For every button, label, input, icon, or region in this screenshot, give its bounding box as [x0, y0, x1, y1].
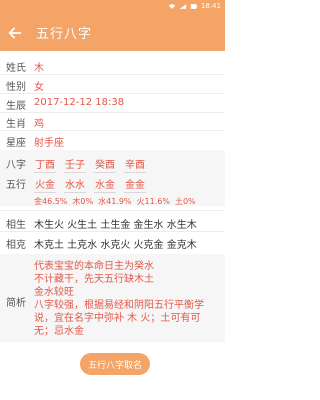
percent-earth: 土0%	[174, 197, 196, 206]
wuxing-cell: 火金	[34, 176, 56, 193]
ke-label: 相克	[6, 240, 26, 251]
bazi-cell: 辛酉	[124, 156, 146, 173]
bazi-label: 八字	[6, 160, 26, 171]
wuxing-cell: 水金	[94, 176, 116, 193]
bazi-cell: 丁酉	[34, 156, 56, 173]
bazi-cell: 癸酉	[94, 156, 116, 173]
analysis-line: 不计藏干，先天五行缺木土	[34, 274, 154, 285]
percent-fire: 火11.6%	[136, 197, 170, 206]
surname-value: 木	[34, 63, 44, 74]
bazi-cell: 壬子	[64, 156, 86, 173]
status-bar: 18:41	[0, 0, 225, 14]
page-title: 五行八字	[36, 27, 93, 42]
percent-water: 水41.9%	[98, 197, 132, 206]
divider	[0, 93, 225, 94]
surname-label: 姓氏	[6, 63, 26, 74]
divider	[0, 130, 225, 131]
analysis-text: 代表宝宝的本命日主为癸水 不计藏干，先天五行缺木土 金水较旺 八字较强，根据易经…	[34, 260, 218, 338]
birth-value: 2017-12-12 18:38	[34, 97, 125, 108]
battery-icon	[190, 3, 198, 9]
sign-value: 射手座	[34, 138, 64, 149]
divider	[0, 112, 225, 113]
wuxing-cell: 金金	[124, 176, 146, 193]
sign-label: 星座	[6, 138, 26, 149]
wifi-icon	[168, 3, 176, 9]
analysis-line: 金水较旺	[34, 287, 74, 298]
wuxing-cell: 水水	[64, 176, 86, 193]
analysis-line: 八字较强，根据易经和阴阳五行平衡学说，宜在名字中弥补 木 火；土可有可无；忌水金	[34, 300, 204, 337]
divider	[0, 231, 225, 232]
wuxing-naming-button[interactable]: 五行八字取名	[80, 353, 150, 375]
wuxing-cells: 火金 水水 水金 金金	[34, 176, 146, 193]
sheng-value: 木生火 火生土 土生金 金生水 水生木	[34, 220, 197, 231]
status-time: 18:41	[200, 2, 221, 10]
ke-value: 木克土 土克水 水克火 火克金 金克木	[34, 240, 197, 251]
analysis-label: 简析	[6, 298, 26, 309]
zodiac-label: 生肖	[6, 119, 26, 130]
bazi-cells: 丁酉 壬子 癸酉 辛酉	[34, 156, 146, 173]
percent-wood: 木0%	[72, 197, 94, 206]
wuxing-label: 五行	[6, 180, 26, 191]
sheng-label: 相生	[6, 220, 26, 231]
birth-label: 生辰	[6, 101, 26, 112]
gender-label: 性别	[6, 82, 26, 93]
wuxing-percent-line: 金46.5% 木0% 水41.9% 火11.6% 土0%	[34, 196, 196, 207]
signal-icon	[179, 3, 187, 9]
gender-value: 女	[34, 82, 44, 93]
zodiac-value: 鸡	[34, 119, 44, 130]
percent-gold: 金46.5%	[34, 197, 68, 206]
app-bar: 五行八字	[0, 14, 225, 51]
analysis-line: 代表宝宝的本命日主为癸水	[34, 261, 154, 272]
divider	[0, 74, 225, 75]
divider	[0, 210, 225, 211]
back-arrow-icon[interactable]	[6, 24, 24, 42]
